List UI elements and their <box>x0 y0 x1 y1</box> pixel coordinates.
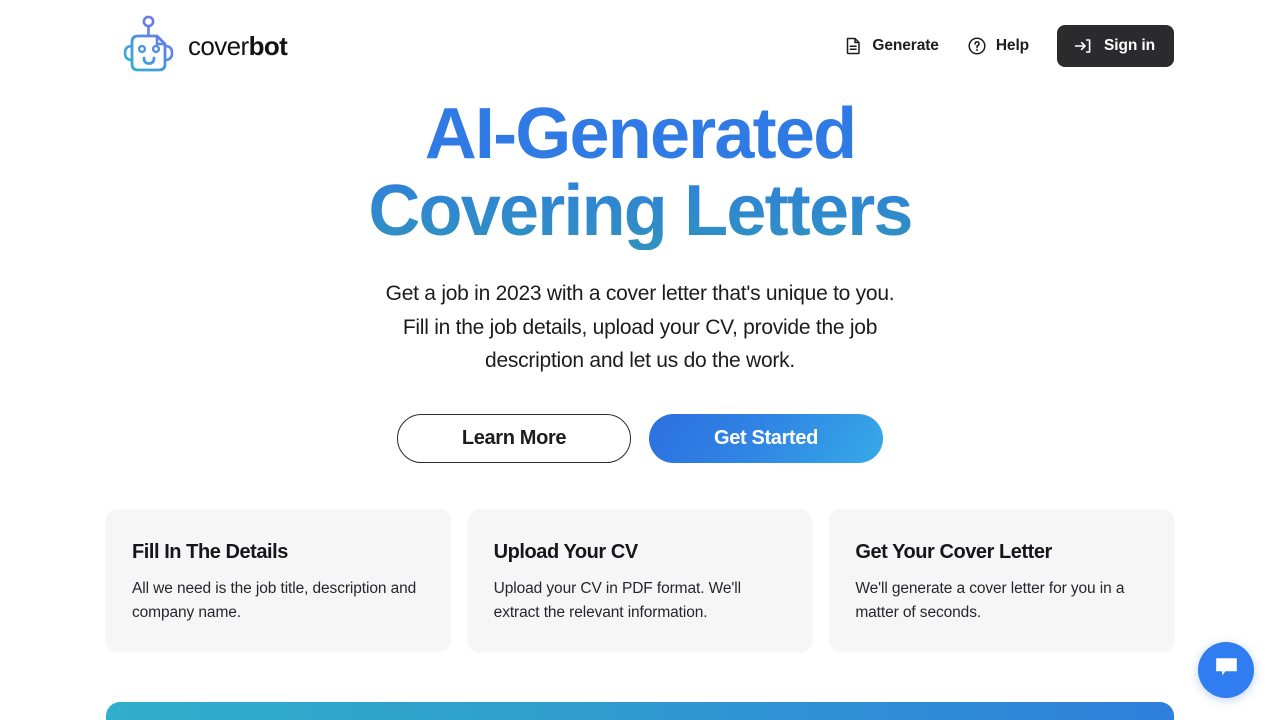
feature-card-text: Upload your CV in PDF format. We'll extr… <box>493 580 741 621</box>
chat-widget-button[interactable] <box>1198 642 1254 698</box>
main-nav: Generate Help Sign in <box>843 25 1174 67</box>
nav-item-generate-label: Generate <box>872 37 939 54</box>
page-title-line-2: Covering Letters <box>368 171 912 251</box>
robot-logo-icon <box>118 14 178 78</box>
feature-card: Upload Your CV Upload your CV in PDF for… <box>467 509 813 651</box>
feature-card-text: All we need is the job title, descriptio… <box>132 580 417 621</box>
bottom-gradient-banner <box>106 702 1174 720</box>
question-circle-icon <box>967 36 987 56</box>
cta-button-row: Learn More Get Started <box>0 413 1280 463</box>
chat-bubble-icon <box>1213 654 1240 686</box>
brand-name-light: cover <box>188 30 249 61</box>
feature-card-title: Upload Your CV <box>493 541 639 563</box>
learn-more-button[interactable]: Learn More <box>397 413 631 463</box>
feature-card-title: Get Your Cover Letter <box>855 541 1052 563</box>
sign-in-label: Sign in <box>1104 37 1155 54</box>
hero-subtitle: Get a job in 2023 with a cover letter th… <box>0 277 1280 378</box>
feature-card-text: We'll generate a cover letter for you in… <box>855 580 1125 621</box>
hero-subtitle-line-3: description and let us do the work. <box>485 349 795 372</box>
page-title: AI-Generated Covering Letters <box>0 96 1280 250</box>
page-title-line-1: AI-Generated <box>424 94 856 174</box>
brand-logo[interactable]: coverbot <box>118 14 288 78</box>
feature-card-title: Fill In The Details <box>132 541 288 563</box>
hero-subtitle-line-2: Fill in the job details, upload your CV,… <box>402 315 878 339</box>
nav-item-help[interactable]: Help <box>967 36 1029 56</box>
sign-in-button[interactable]: Sign in <box>1057 25 1174 67</box>
nav-item-help-label: Help <box>995 37 1030 54</box>
document-icon <box>843 36 863 56</box>
feature-card: Fill In The Details All we need is the j… <box>106 509 451 651</box>
login-arrow-icon <box>1073 36 1093 56</box>
brand-name: coverbot <box>188 30 288 62</box>
landing-page: coverbot Generate Help Sign in AI-Genera… <box>0 0 1280 720</box>
feature-card-list: Fill In The Details All we need is the j… <box>106 509 1175 651</box>
hero-subtitle-line-1: Get a job in 2023 with a cover letter th… <box>385 282 895 305</box>
nav-item-generate[interactable]: Generate <box>843 36 939 56</box>
brand-name-bold: bot <box>248 30 288 61</box>
get-started-button[interactable]: Get Started <box>649 413 883 463</box>
hero-section: AI-Generated Covering Letters Get a job … <box>0 96 1280 463</box>
feature-card: Get Your Cover Letter We'll generate a c… <box>829 509 1175 651</box>
site-header: coverbot Generate Help Sign in <box>0 0 1280 92</box>
